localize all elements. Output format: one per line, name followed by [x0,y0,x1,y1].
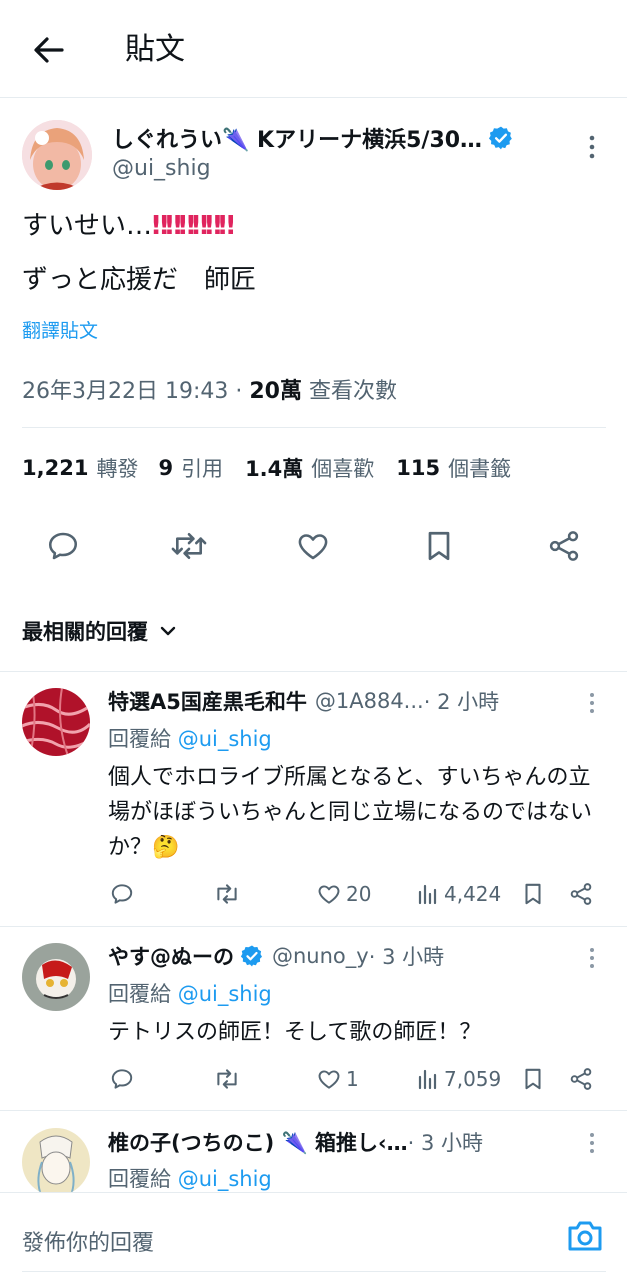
exclamation-emoji: ‼‼‼‼‼‼ [152,211,235,241]
quotes-count[interactable]: 9 [158,456,173,480]
retweet-icon[interactable] [213,1066,241,1092]
quotes-label[interactable]: 引用 [181,453,223,483]
bookmarks-label[interactable]: 個書籤 [448,453,511,483]
reply-header: やす@ぬーの @nuno_y · 3 小時 [108,941,444,971]
likes-label[interactable]: 個喜歡 [311,453,374,483]
divider [22,427,606,428]
reply-to-link[interactable]: @ui_shig [178,1167,272,1191]
reply-to-prefix: 回覆給 [108,982,178,1006]
reply-display-name[interactable]: やす@ぬーの [108,941,234,971]
author-name-row[interactable]: しぐれうい🌂 Kアリーナ横浜5/30… [112,122,514,154]
retweet-icon[interactable] [213,881,241,907]
reply-to-link[interactable]: @ui_shig [178,982,272,1006]
reply-display-name[interactable]: 特選A5国産黒毛和牛 [108,686,307,716]
reply-icon[interactable] [109,1066,135,1092]
like-icon[interactable] [316,881,346,907]
tweet-line-1: すいせい… [22,211,153,241]
retweets-label[interactable]: 轉發 [96,453,138,483]
reply-icon[interactable] [45,528,81,564]
like-count: 1 [346,1067,359,1091]
author-handle[interactable]: @ui_shig [112,156,211,181]
share-icon[interactable] [568,1066,594,1092]
translate-link[interactable]: 翻譯貼文 [22,316,98,343]
more-icon[interactable] [580,134,604,160]
reply-icon[interactable] [109,881,135,907]
reply-to-link[interactable]: @ui_shig [178,727,272,751]
reply-header: 特選A5国産黒毛和牛 @1A884... · 2 小時 [108,686,499,716]
share-icon[interactable] [568,881,594,907]
retweets-count[interactable]: 1,221 [22,456,88,480]
like-stat[interactable]: 20 [316,881,371,907]
divider [0,926,627,927]
bookmark-icon[interactable] [421,528,457,564]
like-count: 20 [346,882,372,906]
tweet-text: すいせい…‼‼‼‼‼‼ ずっと応援だ 師匠 [22,206,256,300]
views-count: 20萬 [249,379,302,404]
engagement-stats: 1,221 轉發 9 引用 1.4萬 個喜歡 115 個書籤 [22,452,511,484]
page-title: 貼文 [125,32,185,67]
reply-time[interactable]: · 3 小時 [369,941,444,971]
reply-header: 椎の子(つちのこ) 🌂 箱推し‹… · 3 小時 [108,1127,483,1157]
likes-count[interactable]: 1.4萬 [245,453,303,483]
bookmark-icon[interactable] [520,1066,546,1092]
reply-display-name[interactable]: 椎の子(つちのこ) 🌂 箱推し‹… [108,1127,408,1157]
more-icon[interactable] [582,1132,602,1154]
tweet-timestamp[interactable]: 26年3月22日 19:43 · [22,379,249,404]
back-arrow-icon[interactable] [28,30,68,70]
reply-to-line: 回覆給 @ui_shig [108,1163,272,1193]
verified-icon [488,125,514,151]
like-icon[interactable] [316,1066,346,1092]
more-icon[interactable] [582,947,602,969]
author-avatar[interactable] [22,120,92,190]
chevron-down-icon[interactable] [158,621,178,641]
more-icon[interactable] [582,692,602,714]
reply-input[interactable]: 發佈你的回覆 [22,1225,154,1257]
retweet-icon[interactable] [170,528,208,564]
reply-to-prefix: 回覆給 [108,727,178,751]
verified-icon [240,944,264,968]
reply-handle[interactable]: @nuno_y [272,944,369,968]
divider [0,1110,627,1111]
reply-time[interactable]: · 2 小時 [424,686,499,716]
author-display-name[interactable]: しぐれうい🌂 Kアリーナ横浜5/30… [112,122,482,154]
sort-replies-dropdown[interactable]: 最相關的回覆 [22,615,178,647]
reply-text: テトリスの師匠！そして歌の師匠！？ [108,1020,482,1045]
reply-to-line: 回覆給 @ui_shig [108,723,272,753]
views-stat[interactable]: 7,059 [416,1066,501,1092]
reply-avatar[interactable] [22,943,90,1011]
reply-avatar[interactable] [22,688,90,756]
top-bar: 貼文 [0,0,627,98]
views-icon[interactable] [416,1067,444,1091]
like-icon[interactable] [295,528,331,564]
views-count: 7,059 [444,1067,502,1091]
views-stat[interactable]: 4,424 [416,881,501,907]
tweet-meta: 26年3月22日 19:43 · 20萬 查看次數 [22,373,397,405]
reply-text: 個人でホロライブ所属となると、すいちゃんの立場がほぼういちゃんと同じ立場になるの… [108,765,593,860]
reply-composer: 發佈你的回覆 [0,1192,627,1280]
reply-to-line: 回覆給 @ui_shig [108,978,272,1008]
reply-to-prefix: 回覆給 [108,1167,178,1191]
bookmarks-count[interactable]: 115 [396,456,440,480]
divider [22,1271,606,1272]
divider [0,671,627,672]
camera-icon[interactable] [566,1219,604,1253]
like-stat[interactable]: 1 [316,1066,359,1092]
views-icon[interactable] [416,882,444,906]
reply-handle[interactable]: @1A884... [315,689,424,713]
views-label: 查看次數 [301,379,397,404]
views-count: 4,424 [444,882,502,906]
reply-avatar[interactable] [22,1128,90,1196]
share-icon[interactable] [546,528,582,564]
bookmark-icon[interactable] [520,881,546,907]
tweet-line-2: ずっと応援だ 師匠 [22,265,257,295]
reply-time[interactable]: · 3 小時 [408,1127,483,1157]
sort-label[interactable]: 最相關的回覆 [22,616,148,646]
